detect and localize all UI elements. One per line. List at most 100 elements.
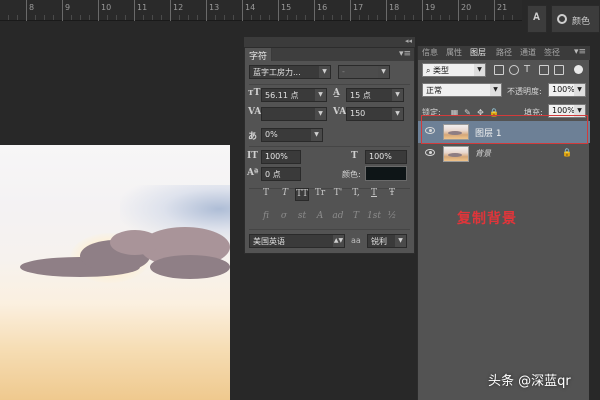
character-panel-titlebar[interactable]: ◂◂ xyxy=(244,37,415,47)
vertical-scale-icon: IT xyxy=(247,151,258,161)
font-size-icon: ᴛT xyxy=(248,88,261,98)
fill-value: 100% xyxy=(552,106,575,115)
tsume-value: 0% xyxy=(265,130,278,139)
chevron-down-icon: ▼ xyxy=(311,129,322,141)
language-select[interactable]: 美国英语 ▲▼ xyxy=(249,234,345,248)
panel-menu-icon[interactable]: ▾≡ xyxy=(399,49,411,59)
ruler-label: 19 xyxy=(425,3,436,12)
discretionary-ligature-button[interactable]: σ xyxy=(277,211,291,224)
collapse-arrows-icon[interactable]: ◂◂ xyxy=(405,37,412,45)
faux-bold-button[interactable]: T xyxy=(259,188,273,201)
eye-icon[interactable] xyxy=(425,149,435,156)
color-wheel-icon xyxy=(557,14,567,24)
font-size-value: 56.11 点 xyxy=(265,91,299,100)
color-label: 颜色: xyxy=(342,170,361,179)
ruler-label: 13 xyxy=(209,3,220,12)
panel-menu-icon[interactable]: ▾≡ xyxy=(574,47,586,57)
ligature-button[interactable]: fi xyxy=(259,211,273,224)
adjustment-filter-icon[interactable] xyxy=(509,65,519,75)
opacity-value: 100% xyxy=(552,85,575,94)
tab-layers[interactable]: 图层 xyxy=(470,47,486,58)
font-style-select[interactable]: - ▼ xyxy=(338,65,390,79)
baseline-shift-field[interactable]: 0 点 xyxy=(261,167,301,181)
filter-toggle-icon[interactable] xyxy=(574,65,583,74)
divider xyxy=(249,84,410,85)
pixel-filter-icon[interactable] xyxy=(494,65,504,75)
font-size-select[interactable]: 56.11 点 ▼ xyxy=(261,88,327,102)
layers-panel-tabbar: 信息 属性 图层 路径 通道 签径 ▾≡ xyxy=(418,46,590,60)
search-icon: ⌕ xyxy=(426,66,434,75)
tracking-select[interactable]: 150 ▼ xyxy=(346,107,404,121)
color-panel-button[interactable]: 颜色 xyxy=(551,5,600,33)
chevron-down-icon: ▼ xyxy=(378,66,389,78)
antialias-select[interactable]: 锐利 ▼ xyxy=(367,234,407,248)
type-filter-icon[interactable]: T xyxy=(524,65,534,75)
blend-mode-value: 正常 xyxy=(426,86,442,95)
tab-channels[interactable]: 通道 xyxy=(520,47,536,58)
ruler-label: 15 xyxy=(281,3,292,12)
smartobject-filter-icon[interactable] xyxy=(554,65,564,75)
faux-italic-button[interactable]: T xyxy=(278,188,292,201)
tab-properties[interactable]: 属性 xyxy=(446,47,462,58)
font-family-select[interactable]: 蓝字工房力... ▼ xyxy=(249,65,331,79)
contextual-alternates-button[interactable]: T xyxy=(349,211,363,224)
ruler-label: 17 xyxy=(353,3,364,12)
lock-icon: 🔒 xyxy=(562,148,572,157)
kerning-select[interactable]: ▼ xyxy=(261,107,327,121)
color-panel-label: 颜色 xyxy=(572,17,591,27)
ordinals-button[interactable]: 1st xyxy=(365,211,383,224)
small-caps-button[interactable]: Tr xyxy=(313,188,327,201)
ruler-label: 9 xyxy=(65,3,71,12)
chevron-down-icon: ▼ xyxy=(319,66,330,78)
cloud xyxy=(110,230,160,255)
cloud xyxy=(150,255,230,279)
shape-filter-icon[interactable] xyxy=(539,65,549,75)
tab-extra[interactable]: 签径 xyxy=(544,47,560,58)
chevron-down-icon: ▼ xyxy=(490,84,501,96)
tab-paths[interactable]: 路径 xyxy=(496,47,512,58)
chevron-down-icon: ▼ xyxy=(474,64,485,76)
superscript-button[interactable]: T' xyxy=(331,188,345,201)
tab-character[interactable]: 字符 xyxy=(245,48,273,62)
all-caps-button[interactable]: TT xyxy=(295,188,309,201)
panel-toggle-button[interactable]: 𝐀 xyxy=(527,5,547,33)
chevron-down-icon: ▼ xyxy=(392,89,403,101)
layer-row[interactable]: 背景 🔒 xyxy=(418,143,590,165)
swash-button[interactable]: A xyxy=(313,211,327,224)
underline-button[interactable]: T xyxy=(367,188,381,201)
horizontal-ruler[interactable]: 8 9 10 11 12 13 14 15 16 17 18 19 20 21 xyxy=(0,0,522,21)
font-family-value: 蓝字工房力... xyxy=(253,68,301,77)
ruler-label: 11 xyxy=(137,3,148,12)
fractions-button[interactable]: ½ xyxy=(385,211,399,224)
strikethrough-button[interactable]: Ŧ xyxy=(385,188,399,201)
highlight-box xyxy=(421,115,588,144)
font-style-value: - xyxy=(342,67,345,76)
layer-thumbnail xyxy=(443,146,469,162)
horizontal-scale-field[interactable]: 100% xyxy=(365,150,407,164)
chevron-down-icon: ▼ xyxy=(574,84,585,96)
tracking-value: 150 xyxy=(350,109,366,118)
chevron-down-icon: ▲▼ xyxy=(333,235,344,247)
tsume-icon: あ xyxy=(248,132,258,142)
tab-info[interactable]: 信息 xyxy=(422,47,438,58)
vertical-scale-field[interactable]: 100% xyxy=(261,150,301,164)
leading-icon: A̲ xyxy=(333,88,340,98)
blend-mode-select[interactable]: 正常 ▼ xyxy=(422,83,502,97)
titling-alternates-button[interactable]: ad xyxy=(331,211,345,224)
chevron-down-icon: ▼ xyxy=(315,108,326,120)
text-color-swatch[interactable] xyxy=(365,166,407,181)
chevron-down-icon: ▼ xyxy=(392,108,403,120)
layer-filter-value: 类型 xyxy=(433,66,450,75)
layer-filter-select[interactable]: ⌕ 类型 ▼ xyxy=(422,63,486,77)
subscript-button[interactable]: T, xyxy=(349,188,363,201)
opacity-field[interactable]: 100% ▼ xyxy=(548,83,586,97)
tsume-select[interactable]: 0% ▼ xyxy=(261,128,323,142)
stylistic-alternates-button[interactable]: st xyxy=(295,211,309,224)
chevron-down-icon: ▼ xyxy=(315,89,326,101)
photoshop-window: 8 9 10 11 12 13 14 15 16 17 18 19 20 21 … xyxy=(0,0,600,400)
character-panel: 字符 ▾≡ 蓝字工房力... ▼ - ▼ ᴛT 56.11 点 ▼ A̲ 15 … xyxy=(244,47,415,254)
leading-select[interactable]: 15 点 ▼ xyxy=(346,88,404,102)
document-canvas[interactable] xyxy=(0,145,230,400)
antialias-icon: aa xyxy=(351,236,361,245)
ruler-label: 21 xyxy=(497,3,508,12)
